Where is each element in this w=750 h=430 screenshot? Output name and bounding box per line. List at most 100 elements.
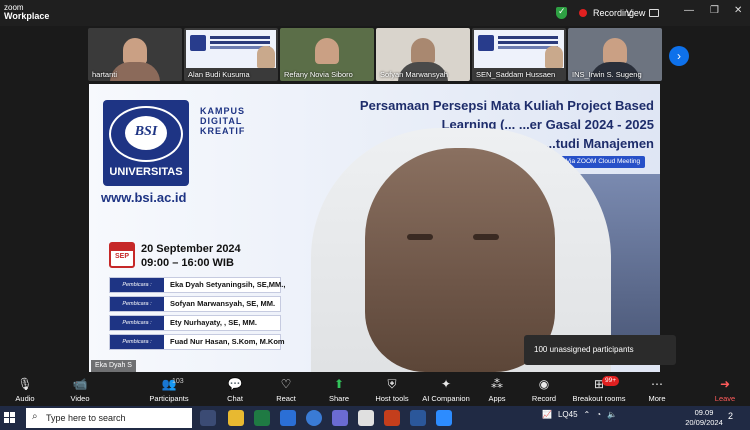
react-button[interactable]: ♡ React — [261, 376, 311, 403]
search-placeholder: Type here to search — [46, 413, 126, 423]
powerpoint-icon[interactable] — [384, 410, 400, 426]
participant-tile[interactable]: SEN_Saddam Hussaen — [472, 28, 566, 81]
chrome-icon[interactable] — [358, 410, 374, 426]
leave-button[interactable]: ➜ Leave — [700, 376, 750, 403]
tray-chevron-icon[interactable]: ⌃ — [584, 410, 591, 419]
breakout-rooms-button[interactable]: ⊞ Breakout rooms — [568, 376, 630, 403]
speaker-eye — [473, 234, 499, 240]
participant-tile[interactable]: Sofyan Marwansyah — [376, 28, 470, 81]
volume-icon[interactable]: 🔈 — [607, 410, 617, 419]
network-icon[interactable]: ◔ — [596, 410, 601, 419]
speaker-name: Fuad Nur Hasan, S.Kom, M.Kom — [170, 337, 285, 346]
chat-button[interactable]: 💬 Chat — [210, 376, 260, 403]
main-video-stage: BSI UNIVERSITAS KAMPUS DIGITAL KREATIF w… — [89, 84, 660, 372]
edge-icon[interactable] — [306, 410, 322, 426]
view-label: View — [626, 8, 646, 18]
view-grid-icon — [649, 9, 660, 17]
event-date: 20 September 2024 — [141, 243, 241, 255]
windows-start-icon[interactable] — [4, 412, 16, 424]
next-page-arrow-icon[interactable]: › — [669, 46, 689, 66]
speaker-name: Sofyan Marwansyah, SE, MM. — [170, 299, 276, 308]
chat-icon: 💬 — [227, 377, 243, 391]
encryption-shield-icon[interactable] — [556, 6, 567, 19]
shield-icon: ⛨ — [387, 377, 397, 391]
share-screen-icon: ⬆ — [333, 377, 345, 391]
logo-line2: Workplace — [4, 11, 50, 21]
speaker-role: Pembicara : — [110, 335, 164, 349]
calendar-month: SEP — [114, 253, 129, 260]
participant-name: hartanti — [92, 70, 118, 79]
speaker-role: Pembicara : — [110, 297, 164, 311]
calendar-icon: SEP — [109, 242, 135, 268]
participants-button[interactable]: 👥 Participants — [144, 376, 194, 403]
maximize-button[interactable]: ❐ — [710, 5, 719, 16]
tagline-line: KAMPUS — [200, 106, 246, 116]
active-speaker-label: Eka Dyah S — [91, 360, 136, 372]
participant-strip: hartanti Alan Budi Kusuma Refany Novia S… — [86, 26, 664, 84]
recording-dot-icon — [579, 9, 587, 17]
stock-ticker[interactable]: LQ45 — [558, 410, 578, 419]
video-button[interactable]: 📹 Video — [55, 376, 105, 403]
participant-tile[interactable]: Alan Budi Kusuma — [184, 28, 278, 81]
slide-title-line1: Persamaan Persepsi Mata Kuliah Project B… — [359, 98, 654, 113]
taskbar-clock[interactable]: 09.09 20/09/2024 — [684, 408, 724, 428]
participant-video — [411, 38, 435, 64]
close-button[interactable]: ✕ — [734, 5, 742, 16]
breakout-label: Breakout rooms — [572, 394, 626, 403]
react-label: React — [276, 394, 296, 403]
university-label: UNIVERSITAS — [109, 166, 183, 178]
stock-chart-icon: 📈 — [542, 410, 552, 419]
participant-tile[interactable]: INS_Irwin S. Sugeng — [568, 28, 662, 81]
clock-time: 09.09 — [694, 408, 714, 417]
audio-label: Audio — [15, 394, 35, 403]
task-view-icon[interactable] — [200, 410, 216, 426]
microphone-icon: 🎙 — [17, 377, 33, 391]
zoom-taskbar-icon[interactable] — [436, 410, 452, 426]
speaker-list: Pembicara : Eka Dyah Setyaningsih, SE,MM… — [109, 277, 285, 353]
start-pane — [4, 418, 9, 423]
campus-tagline: KAMPUS DIGITAL KREATIF — [200, 106, 245, 136]
word-icon[interactable] — [410, 410, 426, 426]
windows-taskbar: ⌕ Type here to search 📈 LQ45 ⌃ ◔ 🔈 09.09… — [0, 406, 750, 430]
file-explorer-icon[interactable] — [228, 410, 244, 426]
store-icon[interactable] — [332, 410, 348, 426]
participant-tile[interactable]: hartanti — [88, 28, 182, 81]
start-pane — [10, 412, 15, 417]
speaker-row: Pembicara : Fuad Nur Hasan, S.Kom, M.Kom — [109, 334, 285, 350]
more-button[interactable]: ⋯ More — [632, 376, 682, 403]
start-pane — [10, 418, 15, 423]
view-button[interactable]: View — [626, 5, 660, 21]
apps-button[interactable]: ⁂ Apps — [472, 376, 522, 403]
meeting-toolbar: 🎙 Audio 📹 Video 👥 Participants 103 💬 Cha… — [0, 372, 750, 406]
excel-icon[interactable] — [254, 410, 270, 426]
speaker-row: Pembicara : Eka Dyah Setyaningsih, SE,MM… — [109, 277, 285, 293]
speaker-name: Eka Dyah Setyaningsih, SE,MM., — [170, 280, 286, 289]
participant-name: Sofyan Marwansyah — [380, 70, 448, 79]
record-button[interactable]: ◉ Record — [519, 376, 569, 403]
ai-companion-label: AI Companion — [422, 394, 470, 403]
participant-pip — [545, 46, 563, 68]
heart-icon: ♡ — [280, 377, 292, 391]
tagline-line: KREATIF — [200, 126, 246, 136]
mail-icon[interactable] — [280, 410, 296, 426]
ai-companion-button[interactable]: ✦ AI Companion — [418, 376, 474, 403]
zoom-window: zoom Workplace Recording View — ❐ ✕ hart… — [0, 0, 750, 430]
search-icon: ⌕ — [32, 411, 38, 422]
leave-icon: ➜ — [719, 377, 731, 391]
more-label: More — [648, 394, 666, 403]
recording-indicator[interactable]: Recording — [556, 5, 634, 21]
participant-video — [123, 38, 147, 64]
minimize-button[interactable]: — — [684, 5, 694, 16]
participant-tile[interactable]: Refany Novia Siboro — [280, 28, 374, 81]
unassigned-participants-tooltip: 100 unassigned participants — [524, 335, 676, 365]
host-tools-button[interactable]: ⛨ Host tools — [367, 376, 417, 403]
zoom-logo: zoom Workplace — [4, 3, 49, 21]
notification-count[interactable]: 2 — [728, 411, 733, 421]
speaker-row: Pembicara : Sofyan Marwansyah, SE, MM. — [109, 296, 281, 312]
share-button[interactable]: ⬆ Share — [314, 376, 364, 403]
participant-name: INS_Irwin S. Sugeng — [572, 70, 642, 79]
participant-name: Alan Budi Kusuma — [188, 70, 250, 79]
taskbar-search-box[interactable]: ⌕ Type here to search — [26, 408, 192, 428]
more-icon: ⋯ — [651, 377, 663, 391]
audio-button[interactable]: 🎙 Audio — [0, 376, 50, 403]
